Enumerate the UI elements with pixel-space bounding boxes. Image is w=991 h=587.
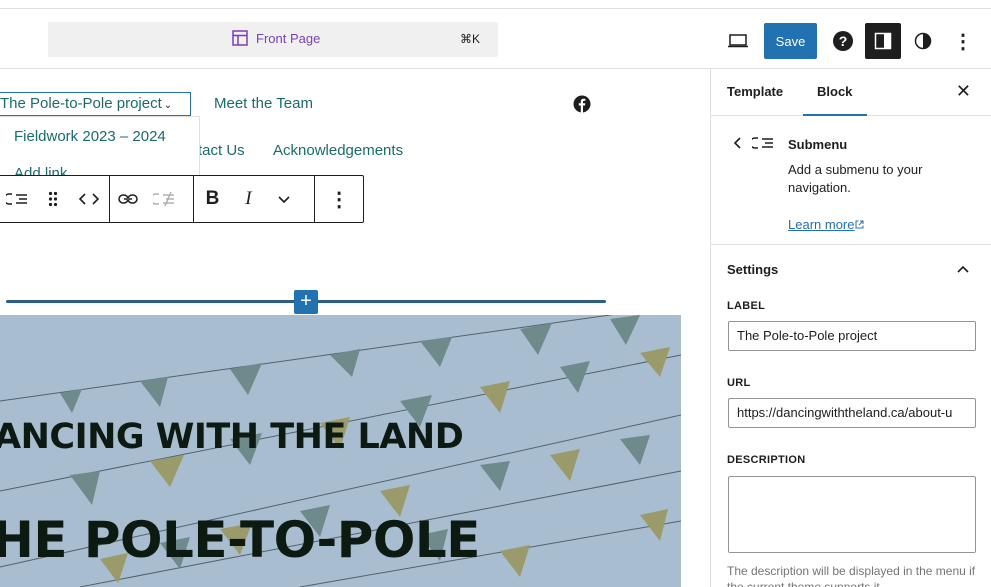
editor-canvas: The Pole-to-Pole project ⌄ Meet the Team … [0,69,710,587]
description-help-text: The description will be displayed in the… [727,564,976,587]
sidebar-tabs: Template Block ✕ [711,69,991,116]
shortcut-hint: ⌘K [459,32,480,46]
drag-handle-button[interactable] [35,176,71,222]
unlink-submenu-icon [152,191,174,207]
save-button[interactable]: Save [764,23,817,59]
close-icon[interactable]: ✕ [956,81,971,102]
convert-submenu-button[interactable] [146,176,182,222]
nav-item-meet-team[interactable]: Meet the Team [214,95,313,112]
cover-heading-1[interactable]: ANCING WITH THE LAND [0,417,464,457]
submenu-block-button[interactable] [0,176,35,222]
learn-more-link[interactable]: Learn more [788,217,864,232]
chevron-up-icon [957,265,969,273]
document-title[interactable]: Front Page [232,30,320,46]
cover-block[interactable]: ANCING WITH THE LAND HE POLE-TO-POLE [0,315,681,587]
block-options-button[interactable]: ⋮ [321,176,357,222]
settings-panel-title: Settings [727,262,779,277]
options-icon: ⋮ [329,188,350,211]
tab-template[interactable]: Template [727,84,783,99]
submenu-icon [752,137,773,149]
drag-handle-icon [48,191,58,207]
styles-contrast-icon [914,32,932,50]
nav-item-acknowledgements[interactable]: Acknowledgements [273,142,403,159]
link-button[interactable] [110,176,146,222]
chevron-down-icon: ⌄ [163,100,173,111]
command-palette-bar[interactable]: Front Page ⌘K [48,22,498,57]
desktop-preview-icon [728,34,748,48]
submenu-icon [6,193,27,205]
options-icon: ⋮ [953,30,973,53]
editor-header: Front Page ⌘K Save ? ⋮ [0,8,991,69]
block-description: Add a submenu to your navigation. [788,162,923,195]
cover-heading-2[interactable]: HE POLE-TO-POLE [0,511,480,569]
settings-sidebar-icon [874,32,892,50]
chevron-left-icon[interactable] [733,136,743,150]
document-title-label: Front Page [256,30,321,46]
submenu-dropdown: Fieldwork 2023 – 2024 Add link [0,116,200,176]
desktop-preview-button[interactable] [724,23,752,59]
description-textarea[interactable] [728,476,976,553]
move-arrows-icon [78,193,100,205]
tab-block[interactable]: Block [817,84,852,99]
label-input[interactable]: The Pole-to-Pole project [728,321,976,351]
settings-panel-header[interactable]: Settings [711,245,991,293]
link-icon [117,194,138,204]
chevron-down-icon [278,196,291,204]
learn-more-label: Learn more [788,217,855,232]
more-formats-button[interactable] [266,176,302,222]
submenu-item-fieldwork[interactable]: Fieldwork 2023 – 2024 [14,128,166,145]
facebook-icon[interactable] [573,95,591,113]
move-button[interactable] [71,176,107,222]
styles-button[interactable] [912,23,934,59]
external-link-icon [855,220,864,229]
layout-icon [232,30,248,46]
insert-block-button[interactable]: + [294,290,318,314]
italic-button[interactable]: I [230,176,266,222]
help-button[interactable]: ? [832,23,854,59]
options-button[interactable]: ⋮ [952,23,974,59]
url-field-label: URL [727,377,751,389]
url-input[interactable]: https://dancingwiththeland.ca/about-u [728,398,976,428]
settings-sidebar: Template Block ✕ Submenu Add a submenu t… [710,69,991,587]
nav-item-pole-to-pole[interactable]: The Pole-to-Pole project ⌄ [0,95,172,112]
block-toolbar: B I ⋮ [0,175,364,223]
description-field-label: DESCRIPTION [727,454,806,466]
bold-button[interactable]: B [194,176,230,222]
nav-item-contact[interactable]: tact Us [198,142,245,159]
nav-item-label: The Pole-to-Pole project [0,95,162,112]
block-title: Submenu [788,137,848,152]
label-field-label: LABEL [727,300,766,312]
help-icon: ? [833,31,853,51]
block-card: Submenu Add a submenu to your navigation… [711,116,991,245]
settings-sidebar-toggle[interactable] [865,23,901,59]
